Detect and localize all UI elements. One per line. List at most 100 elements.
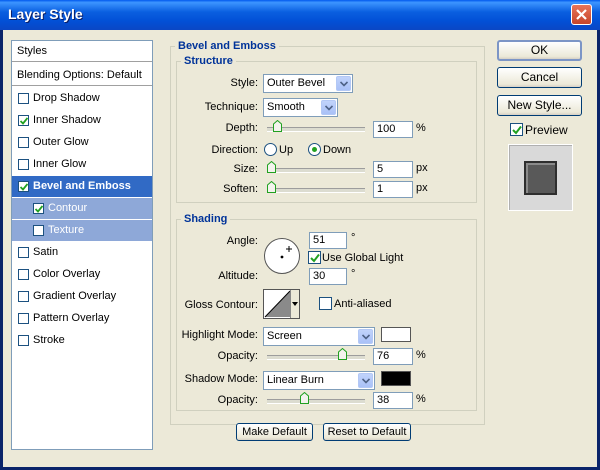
stroke-checkbox[interactable] (18, 335, 29, 346)
direction-up-label: Up (279, 144, 294, 156)
style-item-outer-glow[interactable]: Outer Glow (12, 132, 152, 153)
radio-selected-dot (312, 147, 317, 152)
style-item-stroke[interactable]: Stroke (12, 330, 152, 351)
cancel-button[interactable]: Cancel (497, 67, 582, 88)
soften-input[interactable]: 1 (373, 181, 413, 198)
color-overlay-checkbox[interactable] (18, 269, 29, 280)
make-default-button[interactable]: Make Default (236, 423, 313, 441)
outer-glow-checkbox[interactable] (18, 137, 29, 148)
highlight-mode-value: Screen (267, 330, 302, 342)
depth-label: Depth: (225, 122, 258, 134)
altitude-input[interactable]: 30 (309, 268, 347, 285)
soften-unit: px (416, 182, 428, 194)
satin-checkbox[interactable] (18, 247, 29, 258)
gloss-contour-label: Gloss Contour: (184, 299, 258, 311)
bevel-emboss-title: Bevel and Emboss (178, 40, 276, 52)
dropdown-button[interactable] (336, 76, 351, 91)
window-title: Layer Style (8, 6, 83, 22)
angle-input[interactable]: 51 (309, 232, 347, 249)
angle-dial[interactable] (264, 238, 300, 274)
style-item-drop-shadow[interactable]: Drop Shadow (12, 88, 152, 109)
size-label: Size: (233, 163, 258, 175)
direction-down-label: Down (323, 144, 352, 156)
style-item-bevel-emboss[interactable]: Bevel and Emboss (12, 176, 152, 197)
shadow-opacity-input[interactable]: 38 (373, 392, 413, 409)
chevron-down-icon (362, 334, 370, 340)
shadow-mode-label: Shadow Mode: (184, 373, 258, 385)
pattern-overlay-checkbox[interactable] (18, 313, 29, 324)
highlight-opacity-slider[interactable] (267, 355, 365, 360)
highlight-color-swatch[interactable] (381, 327, 411, 342)
shadow-opacity-slider[interactable] (267, 399, 365, 404)
style-select-value: Outer Bevel (267, 77, 326, 89)
contour-checkbox[interactable] (33, 203, 44, 214)
title-bar[interactable]: Layer Style (0, 0, 600, 30)
style-item-label: Color Overlay (33, 268, 101, 280)
inner-glow-checkbox[interactable] (18, 159, 29, 170)
dropdown-button[interactable] (321, 100, 336, 115)
ok-button[interactable]: OK (497, 40, 582, 61)
style-item-inner-glow[interactable]: Inner Glow (12, 154, 152, 175)
technique-select[interactable]: Smooth (263, 98, 338, 117)
size-slider-thumb[interactable] (267, 161, 276, 173)
soften-slider-thumb[interactable] (267, 181, 276, 193)
anti-aliased-label: Anti-aliased (334, 298, 392, 310)
check-icon (310, 253, 320, 263)
shading-title: Shading (184, 213, 228, 225)
gradient-overlay-checkbox[interactable] (18, 291, 29, 302)
style-item-texture[interactable]: Texture (12, 220, 152, 241)
shadow-color-swatch[interactable] (381, 371, 411, 386)
shadow-opacity-thumb[interactable] (300, 392, 309, 404)
direction-down-radio[interactable] (308, 143, 321, 156)
style-item-label: Stroke (33, 334, 65, 346)
highlight-mode-label: Highlight Mode: (181, 329, 258, 341)
preview-checkbox[interactable] (510, 123, 523, 136)
style-item-color-overlay[interactable]: Color Overlay (12, 264, 152, 285)
altitude-unit: ° (351, 268, 356, 280)
global-light-label: Use Global Light (322, 252, 404, 264)
anti-aliased-checkbox[interactable] (319, 297, 332, 310)
blending-options[interactable]: Blending Options: Default (12, 65, 152, 86)
style-item-label: Gradient Overlay (33, 290, 117, 302)
style-item-label: Pattern Overlay (33, 312, 110, 324)
dropdown-button[interactable] (358, 373, 373, 388)
structure-title: Structure (184, 55, 233, 67)
layer-style-dialog: Layer Style Styles Blending Options: Def… (0, 0, 600, 470)
style-item-inner-shadow[interactable]: Inner Shadow (12, 110, 152, 131)
styles-header[interactable]: Styles (12, 41, 152, 62)
highlight-mode-select[interactable]: Screen (263, 327, 375, 346)
gloss-contour-picker[interactable] (263, 289, 300, 319)
global-light-checkbox[interactable] (308, 251, 321, 264)
new-style-button[interactable]: New Style... (497, 95, 582, 116)
depth-input[interactable]: 100 (373, 121, 413, 138)
close-button[interactable] (571, 4, 592, 25)
technique-select-value: Smooth (267, 101, 305, 113)
style-item-satin[interactable]: Satin (12, 242, 152, 263)
style-item-contour[interactable]: Contour (12, 198, 152, 219)
style-item-pattern-overlay[interactable]: Pattern Overlay (12, 308, 152, 329)
style-item-label: Texture (48, 224, 85, 236)
size-slider[interactable] (267, 168, 365, 173)
highlight-opacity-label: Opacity: (217, 350, 258, 362)
dropdown-button[interactable] (358, 329, 373, 344)
contour-dropdown[interactable] (290, 290, 299, 318)
altitude-label: Altitude: (218, 270, 258, 282)
bevel-emboss-checkbox[interactable] (18, 181, 29, 192)
dialog-body: Styles Blending Options: Default Drop Sh… (3, 30, 597, 467)
drop-shadow-checkbox[interactable] (18, 93, 29, 104)
soften-slider[interactable] (267, 188, 365, 193)
texture-checkbox[interactable] (33, 225, 44, 236)
reset-default-button[interactable]: Reset to Default (323, 423, 411, 441)
direction-up-radio[interactable] (264, 143, 277, 156)
preview-swatch (524, 161, 557, 195)
shadow-mode-select[interactable]: Linear Burn (263, 371, 375, 390)
highlight-opacity-input[interactable]: 76 (373, 348, 413, 365)
highlight-opacity-thumb[interactable] (338, 348, 347, 360)
inner-shadow-checkbox[interactable] (18, 115, 29, 126)
style-item-gradient-overlay[interactable]: Gradient Overlay (12, 286, 152, 307)
depth-slider-thumb[interactable] (273, 120, 282, 132)
size-input[interactable]: 5 (373, 161, 413, 178)
check-icon (512, 125, 522, 135)
angle-label: Angle: (226, 235, 258, 247)
style-select[interactable]: Outer Bevel (263, 74, 353, 93)
